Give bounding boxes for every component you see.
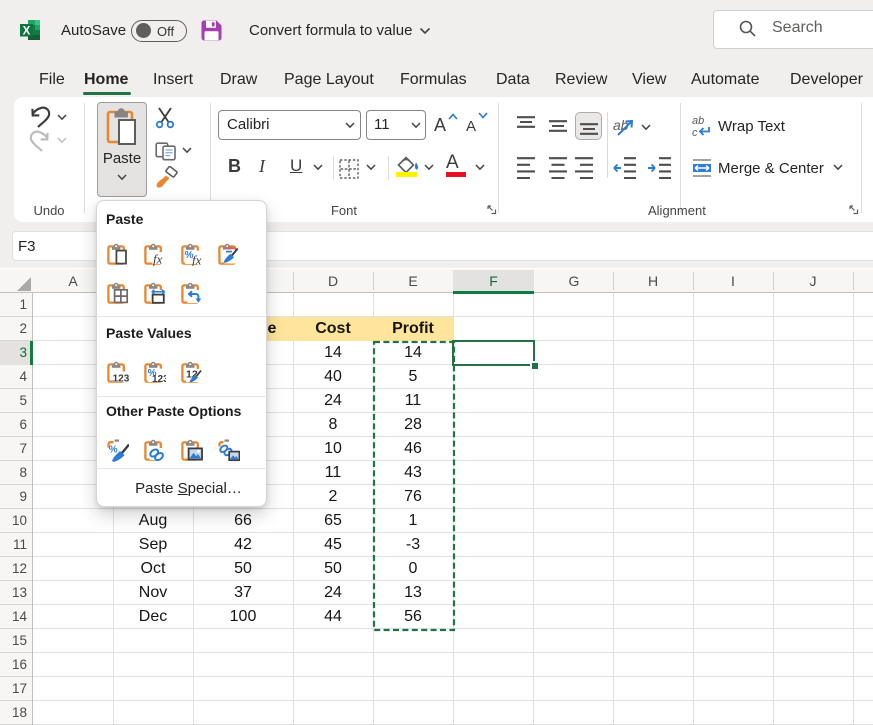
svg-text:ab: ab [692, 115, 704, 127]
svg-text:fx: fx [192, 253, 202, 267]
svg-text:123: 123 [113, 374, 129, 384]
svg-text:123: 123 [152, 374, 166, 384]
svg-text:fx: fx [153, 252, 163, 267]
svg-text:c: c [692, 127, 698, 138]
svg-text:X: X [23, 26, 31, 38]
svg-text:%: % [109, 445, 118, 456]
